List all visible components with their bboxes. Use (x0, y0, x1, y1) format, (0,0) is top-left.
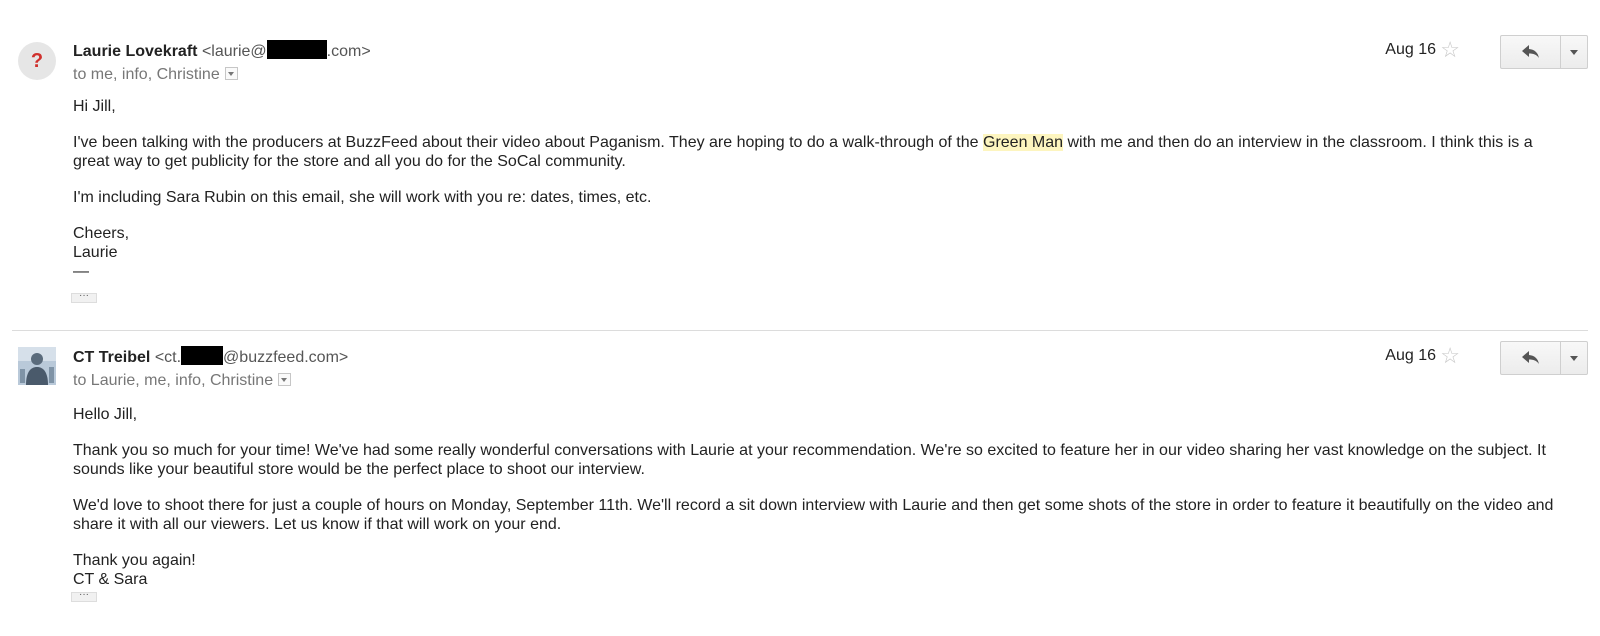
show-details-dropdown-icon[interactable] (278, 373, 292, 386)
message-body: Hi Jill, I've been talking with the prod… (73, 97, 1573, 281)
message-laurie: ? Laurie Lovekraft <laurie@ .com> to me, … (0, 0, 1600, 330)
sender-email-suffix: @buzzfeed.com> (223, 349, 349, 366)
sender-name[interactable]: Laurie Lovekraft (73, 43, 197, 60)
body-paragraph: We'd love to shoot there for just a coup… (73, 497, 1554, 533)
greeting: Hello Jill, (73, 406, 138, 423)
body-text-segment: I've been talking with the producers at … (73, 134, 983, 151)
star-icon[interactable]: ☆ (1440, 39, 1460, 61)
reply-button[interactable] (1500, 341, 1560, 375)
show-details-dropdown-icon[interactable] (224, 67, 238, 80)
show-trimmed-content-button[interactable]: ··· (71, 590, 97, 602)
unknown-avatar-icon: ? (18, 42, 56, 80)
recipients-line: to me, info, Christine (73, 65, 238, 85)
redaction-bar (181, 346, 224, 365)
highlighted-term[interactable]: Green Man (983, 134, 1064, 151)
sender-name[interactable]: CT Treibel (73, 349, 150, 366)
message-date[interactable]: Aug 16 (1385, 347, 1436, 365)
greeting: Hi Jill, (73, 98, 116, 115)
more-actions-button[interactable] (1560, 341, 1588, 375)
closing: Cheers, (73, 225, 130, 242)
signature: CT & Sara (73, 571, 148, 588)
recipients-line: to Laurie, me, info, Christine (73, 371, 292, 391)
sender-email-suffix: .com> (326, 43, 371, 60)
profile-photo-icon (18, 347, 56, 385)
signature: Laurie (73, 244, 118, 261)
email-thread: ? Laurie Lovekraft <laurie@ .com> to me, … (0, 0, 1600, 636)
message-actions (1500, 341, 1588, 375)
show-trimmed-content-button[interactable]: ··· (71, 291, 97, 303)
sender-photo (18, 347, 56, 385)
star-icon[interactable]: ☆ (1440, 345, 1460, 367)
chevron-down-icon (1570, 49, 1578, 55)
sender-line: Laurie Lovekraft <laurie@ .com> (73, 40, 371, 62)
message-body: Hello Jill, Thank you so much for your t… (73, 405, 1573, 589)
redaction-bar (266, 40, 327, 59)
sender-email-prefix: <laurie@ (201, 43, 267, 60)
sender-line: CT Treibel <ct. @buzzfeed.com> (73, 346, 348, 368)
chevron-down-icon (1570, 355, 1578, 361)
sender-email-prefix: <ct. (154, 349, 182, 366)
recipients: to Laurie, me, info, Christine (73, 372, 274, 389)
sender-email: <ct. @buzzfeed.com> (154, 346, 349, 366)
body-paragraph: I'm including Sara Rubin on this email, … (73, 189, 652, 206)
message-ct-treibel: CT Treibel <ct. @buzzfeed.com> to Laurie,… (0, 330, 1600, 636)
sender-email: <laurie@ .com> (201, 40, 371, 60)
more-actions-button[interactable] (1560, 35, 1588, 69)
reply-icon (1521, 351, 1539, 364)
sender-avatar[interactable] (18, 347, 56, 385)
signature-dash: — (73, 263, 89, 280)
message-date[interactable]: Aug 16 (1385, 41, 1436, 59)
reply-button[interactable] (1500, 35, 1560, 69)
closing: Thank you again! (73, 552, 196, 569)
body-paragraph: I've been talking with the producers at … (73, 133, 1573, 171)
body-paragraph: Thank you so much for your time! We've h… (73, 442, 1546, 478)
reply-icon (1521, 45, 1539, 58)
recipients: to me, info, Christine (73, 66, 220, 83)
message-actions (1500, 35, 1588, 69)
sender-avatar[interactable]: ? (18, 42, 56, 80)
